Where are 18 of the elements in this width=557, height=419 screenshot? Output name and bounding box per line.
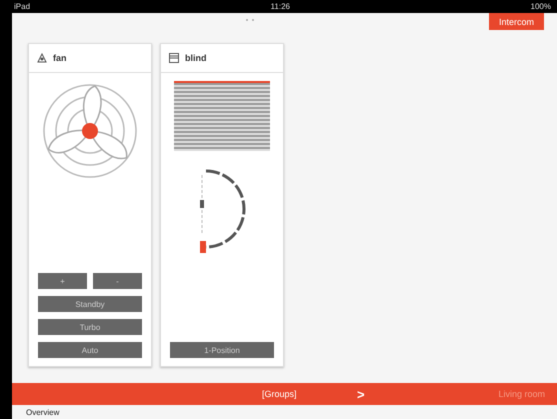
control-button[interactable]: -: [93, 273, 142, 289]
overview-title: Overview: [26, 408, 60, 416]
control-button[interactable]: +: [38, 273, 87, 289]
battery-level: 100%: [530, 2, 551, 11]
clock: 11:26: [270, 2, 290, 11]
groups-link[interactable]: [Groups]: [262, 389, 297, 399]
card-title: blind: [185, 53, 206, 63]
control-button[interactable]: 1-Position: [170, 342, 274, 358]
control-button[interactable]: Turbo: [38, 319, 142, 335]
next-arrow[interactable]: >: [357, 386, 365, 402]
card-title: fan: [53, 53, 66, 63]
intercom-button[interactable]: Intercom: [488, 13, 544, 30]
blind-icon: [169, 53, 179, 63]
fan-icon: [37, 53, 47, 63]
device-name: iPad: [14, 2, 30, 11]
room-name[interactable]: Living room: [498, 389, 545, 399]
control-button[interactable]: Standby: [38, 296, 142, 312]
control-button[interactable]: Auto: [38, 342, 142, 358]
